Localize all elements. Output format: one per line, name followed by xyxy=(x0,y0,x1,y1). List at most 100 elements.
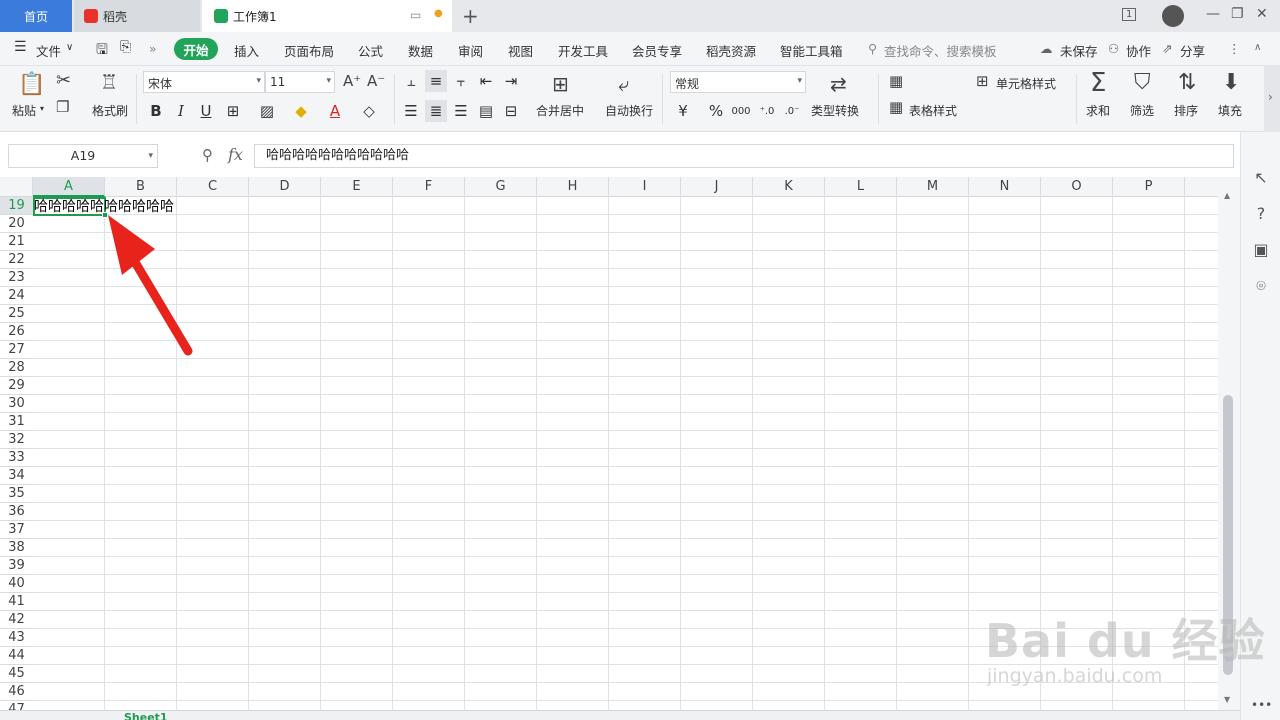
font-name-select[interactable]: 宋体 ▾ xyxy=(143,71,265,93)
cell-style-button[interactable]: 单元格样式 xyxy=(996,75,1056,92)
paste-dropdown-icon[interactable]: ▾ xyxy=(40,104,44,113)
fill-pattern-icon[interactable]: ▨ xyxy=(256,100,278,122)
row-header-26[interactable]: 26 xyxy=(0,323,33,341)
column-header-n[interactable]: N xyxy=(969,177,1041,197)
underline-icon[interactable]: U xyxy=(195,100,217,122)
menu-view[interactable]: 视图 xyxy=(508,41,533,60)
formula-input[interactable]: 哈哈哈哈哈哈哈哈哈哈哈 xyxy=(254,144,1234,168)
save-icon[interactable]: 🖫 xyxy=(96,39,108,63)
merge-center-button[interactable]: 合并居中 xyxy=(536,102,584,119)
row-header-30[interactable]: 30 xyxy=(0,395,33,413)
italic-icon[interactable]: I xyxy=(170,100,192,122)
user-avatar[interactable] xyxy=(1162,5,1184,27)
increase-font-icon[interactable]: A⁺ xyxy=(343,72,361,90)
row-header-47[interactable]: 47 xyxy=(0,701,33,710)
column-header-h[interactable]: H xyxy=(537,177,609,197)
currency-icon[interactable]: ¥ xyxy=(672,100,694,122)
new-tab-plus-icon[interactable]: + xyxy=(462,4,479,28)
increase-decimal-icon[interactable]: ⁺.0 xyxy=(756,100,778,122)
fill-color-icon[interactable]: ◆ xyxy=(290,100,312,122)
collab-button[interactable]: 协作 xyxy=(1126,41,1151,60)
column-header-l[interactable]: L xyxy=(825,177,897,197)
menu-file[interactable]: 文件 xyxy=(36,41,61,60)
font-color-icon[interactable]: A xyxy=(324,100,346,122)
menu-smart-toolbox[interactable]: 智能工具箱 xyxy=(780,41,843,60)
row-header-24[interactable]: 24 xyxy=(0,287,33,305)
format-painter-button[interactable]: 格式刷 xyxy=(92,102,128,119)
menu-insert[interactable]: 插入 xyxy=(234,41,259,60)
tab-workbook[interactable]: 工作簿1 ▭ ● xyxy=(202,0,452,32)
column-header-i[interactable]: I xyxy=(609,177,681,197)
row-header-41[interactable]: 41 xyxy=(0,593,33,611)
column-header-d[interactable]: D xyxy=(249,177,321,197)
decrease-font-icon[interactable]: A⁻ xyxy=(367,72,385,90)
type-convert-icon[interactable]: ⇄ xyxy=(830,72,847,96)
align-middle-icon[interactable]: ≡ xyxy=(425,70,447,92)
row-header-31[interactable]: 31 xyxy=(0,413,33,431)
row-header-33[interactable]: 33 xyxy=(0,449,33,467)
row-header-43[interactable]: 43 xyxy=(0,629,33,647)
decrease-indent-icon[interactable]: ⇤ xyxy=(475,70,497,92)
merge-center-icon[interactable]: ⊞ xyxy=(552,72,569,96)
column-header-p[interactable]: P xyxy=(1113,177,1185,197)
hamburger-menu-icon[interactable]: ☰ xyxy=(14,39,27,55)
column-header-e[interactable]: E xyxy=(321,177,393,197)
menu-member[interactable]: 会员专享 xyxy=(632,41,682,60)
row-header-23[interactable]: 23 xyxy=(0,269,33,287)
menu-developer-tools[interactable]: 开发工具 xyxy=(558,41,608,60)
row-header-46[interactable]: 46 xyxy=(0,683,33,701)
column-header-k[interactable]: K xyxy=(753,177,825,197)
location-icon[interactable]: ⌾ xyxy=(1251,276,1271,296)
decrease-decimal-icon[interactable]: .0⁻ xyxy=(781,100,803,122)
select-all-corner[interactable] xyxy=(0,177,33,197)
bold-icon[interactable]: B xyxy=(145,100,167,122)
scroll-down-icon[interactable]: ▼ xyxy=(1224,695,1230,704)
column-header-c[interactable]: C xyxy=(177,177,249,197)
export-icon[interactable]: ⎘ xyxy=(120,39,131,55)
more-vertical-icon[interactable]: ⋮ xyxy=(1228,41,1241,56)
column-header-a[interactable]: A xyxy=(33,177,105,197)
column-header-g[interactable]: G xyxy=(465,177,537,197)
sum-button[interactable]: 求和 xyxy=(1086,102,1110,119)
cut-icon[interactable]: ✂ xyxy=(56,70,71,91)
row-header-36[interactable]: 36 xyxy=(0,503,33,521)
row-header-38[interactable]: 38 xyxy=(0,539,33,557)
wrap-text-button[interactable]: 自动换行 xyxy=(605,102,653,119)
font-size-select[interactable]: 11 ▾ xyxy=(265,71,335,93)
align-bottom-icon[interactable]: ⫟ xyxy=(450,70,472,92)
table-style-button[interactable]: 表格样式 xyxy=(909,102,957,119)
paste-icon[interactable]: 📋 xyxy=(18,72,45,97)
align-center-icon[interactable]: ≣ xyxy=(425,100,447,122)
more-horizontal-icon[interactable]: ••• xyxy=(1251,698,1272,718)
chevron-down-icon[interactable]: ∨ xyxy=(66,42,73,53)
filter-button[interactable]: 筛选 xyxy=(1130,102,1154,119)
menu-page-layout[interactable]: 页面布局 xyxy=(284,41,334,60)
row-header-21[interactable]: 21 xyxy=(0,233,33,251)
menu-data[interactable]: 数据 xyxy=(408,41,433,60)
menu-review[interactable]: 审阅 xyxy=(458,41,483,60)
copy-icon[interactable]: ❐ xyxy=(56,98,69,116)
column-header-f[interactable]: F xyxy=(393,177,465,197)
column-header-o[interactable]: O xyxy=(1041,177,1113,197)
row-header-40[interactable]: 40 xyxy=(0,575,33,593)
zoom-search-icon[interactable]: ⚲ xyxy=(202,146,213,164)
window-count-icon[interactable]: 1 xyxy=(1122,8,1137,21)
thousands-button[interactable]: 000 xyxy=(730,100,752,122)
border-icon[interactable]: ⊞ xyxy=(222,100,244,122)
column-header-m[interactable]: M xyxy=(897,177,969,197)
sort-icon[interactable]: ⇅ xyxy=(1178,70,1196,95)
fill-button[interactable]: 填充 xyxy=(1218,102,1242,119)
name-box[interactable]: A19 ▾ xyxy=(8,144,158,168)
format-painter-icon[interactable]: ♖ xyxy=(100,70,118,94)
sort-button[interactable]: 排序 xyxy=(1174,102,1198,119)
menu-formula[interactable]: 公式 xyxy=(358,41,383,60)
picture-tools-icon[interactable]: ▣ xyxy=(1251,240,1271,260)
close-icon[interactable]: ✕ xyxy=(1256,6,1268,22)
sheet-tab-sheet1[interactable]: Sheet1 xyxy=(124,711,168,720)
fill-icon[interactable]: ⬇ xyxy=(1222,70,1240,95)
menu-start[interactable]: 开始 xyxy=(174,38,218,60)
row-header-37[interactable]: 37 xyxy=(0,521,33,539)
row-header-22[interactable]: 22 xyxy=(0,251,33,269)
ribbon-scroll-right[interactable]: › xyxy=(1264,66,1280,132)
column-header-b[interactable]: B xyxy=(105,177,177,197)
